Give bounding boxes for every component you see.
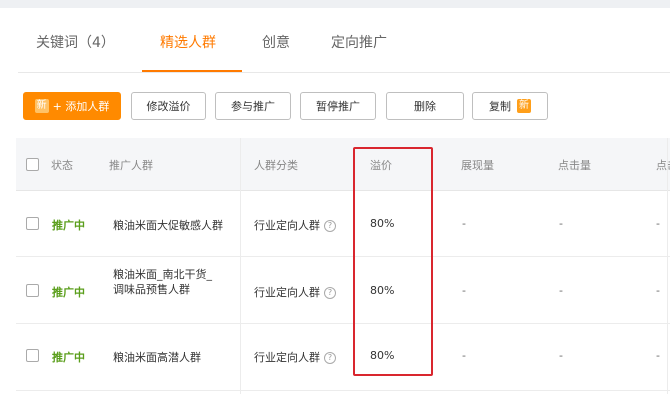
table-row: 推广中 粮油米面大促敏感人群 行业定向人群? 80% - - - [16, 190, 670, 257]
clickrate-value: - [656, 217, 660, 230]
crowd-category: 行业定向人群? [254, 217, 336, 233]
header-crowd: 推广人群 [109, 159, 153, 172]
crowd-category-label: 行业定向人群 [254, 286, 320, 299]
header-status: 状态 [51, 159, 73, 172]
row-checkbox[interactable] [26, 284, 39, 297]
header-clicks[interactable]: 点击量 [558, 157, 591, 173]
crowd-category: 行业定向人群? [254, 284, 336, 300]
copy-button[interactable]: 复制 新 [472, 92, 548, 120]
copy-label: 复制 [489, 100, 511, 113]
crowd-name: 粮油米面大促敏感人群 [113, 219, 223, 232]
tab-creative[interactable]: 创意 [262, 32, 290, 52]
crowd-name-line2: 调味品预售人群 [113, 283, 190, 296]
clicks-value: - [559, 284, 563, 297]
question-icon[interactable]: ? [324, 220, 336, 232]
tab-keywords[interactable]: 关键词（4） [36, 32, 115, 52]
row-checkbox[interactable] [26, 217, 39, 230]
clickrate-value: - [656, 284, 660, 297]
add-crowd-button[interactable]: 新 + 添加人群 [23, 92, 121, 120]
question-icon[interactable]: ? [324, 352, 336, 364]
tab-targeting[interactable]: 定向推广 [331, 32, 387, 52]
tab-selected-crowd[interactable]: 精选人群 [160, 32, 216, 52]
tab-bar: 关键词（4） 精选人群 创意 定向推广 [18, 8, 670, 73]
impressions-value: - [462, 349, 466, 362]
top-strip [0, 0, 670, 8]
pause-promo-button[interactable]: 暂停推广 [300, 92, 376, 120]
active-tab-indicator [142, 70, 242, 72]
row-checkbox[interactable] [26, 349, 39, 362]
select-all-checkbox[interactable] [26, 158, 39, 171]
clickrate-value: - [656, 349, 660, 362]
impressions-value: - [462, 284, 466, 297]
premium-value[interactable]: 80% [370, 349, 394, 362]
question-icon[interactable]: ? [324, 287, 336, 299]
new-badge: 新 [517, 99, 531, 113]
crowd-name: 粮油米面_南北干货_ [113, 268, 212, 281]
header-impressions[interactable]: 展现量 [461, 157, 494, 173]
toolbar: 新 + 添加人群 修改溢价 参与推广 暂停推广 删除 复制 新 [0, 88, 670, 124]
edit-premium-button[interactable]: 修改溢价 [131, 92, 206, 120]
header-category: 人群分类 [254, 159, 298, 172]
crowd-category-label: 行业定向人群 [254, 219, 320, 232]
status-badge: 推广中 [52, 219, 85, 232]
crowd-category: 行业定向人群? [254, 349, 336, 365]
table-row: 推广中 粮油米面高潜人群 行业定向人群? 80% - - - [16, 324, 670, 391]
table-row: 推广中 粮油米面_南北干货_ 调味品预售人群 行业定向人群? 80% - - - [16, 257, 670, 324]
status-badge: 推广中 [52, 286, 85, 299]
premium-value[interactable]: 80% [370, 284, 394, 297]
premium-value[interactable]: 80% [370, 217, 394, 230]
delete-button[interactable]: 删除 [386, 92, 464, 120]
new-badge: 新 [34, 99, 49, 113]
crowd-name: 粮油米面高潜人群 [113, 351, 201, 364]
impressions-value: - [462, 217, 466, 230]
clicks-value: - [559, 349, 563, 362]
status-badge: 推广中 [52, 351, 85, 364]
table-header: 状态 推广人群 人群分类 溢价 展现量 点击量 点击 [16, 138, 670, 191]
crowd-category-label: 行业定向人群 [254, 351, 320, 364]
clicks-value: - [559, 217, 563, 230]
header-premium[interactable]: 溢价 [370, 157, 392, 173]
add-crowd-label: + 添加人群 [52, 100, 110, 113]
join-promo-button[interactable]: 参与推广 [215, 92, 291, 120]
crowd-table: 状态 推广人群 人群分类 溢价 展现量 点击量 点击 推广中 粮油米面大促敏感人… [16, 138, 670, 394]
